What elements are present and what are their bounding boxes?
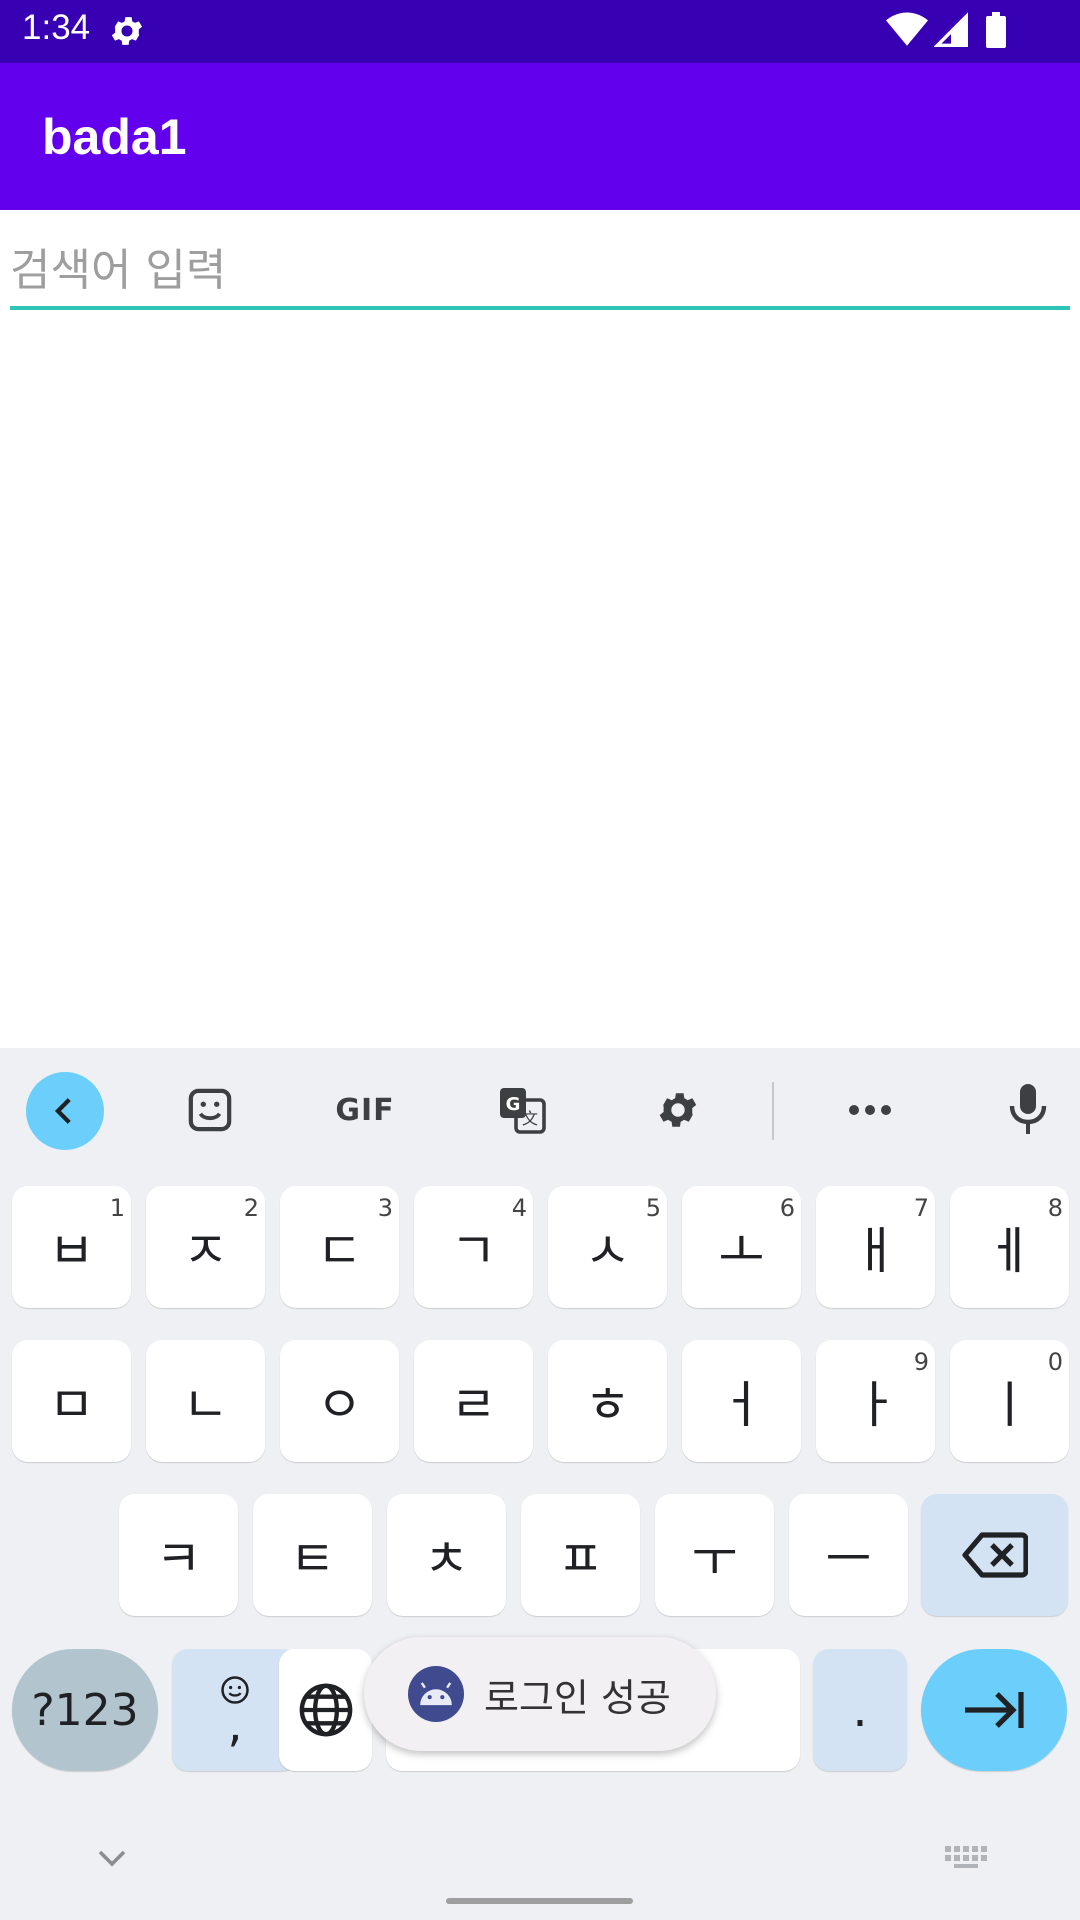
svg-text:G: G: [506, 1094, 521, 1115]
key-char: ㅊ: [423, 1530, 470, 1588]
key-row3-5[interactable]: ㅡ: [789, 1494, 908, 1616]
hide-keyboard-button[interactable]: [90, 1836, 134, 1880]
search-input[interactable]: [10, 234, 1070, 310]
key-row1-1[interactable]: ㅈ2: [146, 1186, 265, 1308]
key-row2-2[interactable]: ㅇ: [280, 1340, 399, 1462]
key-char: ㅓ: [718, 1376, 765, 1434]
chevron-down-icon: [98, 1850, 126, 1867]
globe-icon: [299, 1683, 352, 1737]
key-row2-3[interactable]: ㄹ: [414, 1340, 533, 1462]
battery-icon: [986, 12, 1006, 48]
toolbar-divider: [772, 1082, 774, 1140]
key-row3-4[interactable]: ㅜ: [655, 1494, 774, 1616]
period-key[interactable]: .: [813, 1649, 907, 1771]
key-char: ㅐ: [852, 1222, 899, 1280]
settings-button[interactable]: [646, 1078, 710, 1142]
key-char: ㅗ: [718, 1222, 765, 1280]
key-row3-2[interactable]: ㅊ: [387, 1494, 506, 1616]
settings-icon: [659, 1093, 697, 1127]
key-row2-0[interactable]: ㅁ: [12, 1340, 131, 1462]
key-char: ㅇ: [316, 1376, 363, 1434]
key-char: ㅡ: [825, 1530, 872, 1588]
key-char: ㅂ: [48, 1222, 95, 1280]
keyboard-icon: [945, 1846, 987, 1868]
key-char: ㅅ: [584, 1222, 631, 1280]
sticker-icon: [188, 1088, 232, 1132]
key-row1-3[interactable]: ㄱ4: [414, 1186, 533, 1308]
sticker-button[interactable]: [178, 1078, 242, 1142]
key-char: ㄴ: [182, 1376, 229, 1434]
key-hint: 5: [645, 1194, 661, 1222]
key-char: ㅔ: [986, 1222, 1033, 1280]
key-hint: 1: [109, 1194, 125, 1222]
key-row3-1[interactable]: ㅌ: [253, 1494, 372, 1616]
status-bar: 1:34: [0, 0, 1080, 63]
symbols-key-label: ?123: [31, 1684, 139, 1736]
key-hint: 4: [511, 1194, 527, 1222]
key-row1-7[interactable]: ㅔ8: [950, 1186, 1069, 1308]
key-char: ㅎ: [584, 1376, 631, 1434]
keyboard: GIF G文 ㅂ1ㅈ2ㄷ3ㄱ4ㅅ5ㅗ6ㅐ7ㅔ8 ㅁㄴㅇㄹㅎㅓㅏ9ㅣ0 ㅋㅌㅊㅍㅜ…: [0, 1048, 1080, 1920]
more-button[interactable]: [838, 1078, 902, 1142]
comma-label: ,: [227, 1697, 243, 1753]
signal-icon: [933, 12, 968, 52]
translate-icon: G文: [500, 1088, 546, 1134]
key-char: ㅌ: [289, 1530, 336, 1588]
key-row1-2[interactable]: ㄷ3: [280, 1186, 399, 1308]
mic-icon: [1009, 1084, 1047, 1134]
key-row3-0[interactable]: ㅋ: [119, 1494, 238, 1616]
period-label: .: [852, 1682, 868, 1738]
key-char: ㅁ: [48, 1376, 95, 1434]
key-char: ㅋ: [155, 1530, 202, 1588]
language-key[interactable]: [279, 1649, 372, 1771]
key-row3-3[interactable]: ㅍ: [521, 1494, 640, 1616]
tab-arrow-icon: [965, 1692, 1024, 1728]
key-char: ㅣ: [986, 1376, 1033, 1434]
chevron-left-icon: [54, 1098, 71, 1124]
key-row1-6[interactable]: ㅐ7: [816, 1186, 935, 1308]
key-hint: 8: [1047, 1194, 1063, 1222]
key-char: ㄷ: [316, 1222, 363, 1280]
key-hint: 9: [913, 1348, 929, 1376]
key-char: ㅈ: [182, 1222, 229, 1280]
key-char: ㄱ: [450, 1222, 497, 1280]
backspace-icon: [961, 1532, 1028, 1578]
key-row2-1[interactable]: ㄴ: [146, 1340, 265, 1462]
status-time: 1:34: [22, 8, 91, 47]
more-icon: [849, 1105, 891, 1115]
key-hint: 2: [243, 1194, 259, 1222]
gif-icon: GIF: [335, 1092, 395, 1128]
wifi-icon: [886, 12, 928, 52]
key-char: ㅏ: [852, 1376, 899, 1434]
key-row1-4[interactable]: ㅅ5: [548, 1186, 667, 1308]
key-hint: 0: [1047, 1348, 1063, 1376]
key-row2-6[interactable]: ㅏ9: [816, 1340, 935, 1462]
keyboard-switch-button[interactable]: [944, 1836, 988, 1880]
key-char: ㅜ: [691, 1530, 738, 1588]
key-row1-0[interactable]: ㅂ1: [12, 1186, 131, 1308]
gif-button[interactable]: GIF: [320, 1078, 410, 1142]
settings-status-icon: [108, 12, 146, 50]
symbols-key[interactable]: ?123: [12, 1649, 158, 1771]
app-title: bada1: [42, 109, 187, 165]
key-hint: 6: [779, 1194, 795, 1222]
key-hint: 7: [913, 1194, 929, 1222]
key-row2-5[interactable]: ㅓ: [682, 1340, 801, 1462]
key-char: ㄹ: [450, 1376, 497, 1434]
translate-button[interactable]: G文: [490, 1078, 554, 1142]
key-hint: 3: [377, 1194, 393, 1222]
key-char: ㅍ: [557, 1530, 604, 1588]
toast: 로그인 성공: [364, 1637, 716, 1751]
key-row2-4[interactable]: ㅎ: [548, 1340, 667, 1462]
toast-message: 로그인 성공: [484, 1675, 671, 1720]
home-indicator[interactable]: [446, 1898, 633, 1904]
enter-key[interactable]: [921, 1649, 1067, 1771]
svg-text:文: 文: [522, 1109, 538, 1128]
voice-input-button[interactable]: [996, 1076, 1060, 1144]
keyboard-back-button[interactable]: [26, 1072, 104, 1150]
backspace-key[interactable]: [921, 1494, 1068, 1616]
android-icon: [408, 1666, 464, 1722]
key-row1-5[interactable]: ㅗ6: [682, 1186, 801, 1308]
key-row2-7[interactable]: ㅣ0: [950, 1340, 1069, 1462]
